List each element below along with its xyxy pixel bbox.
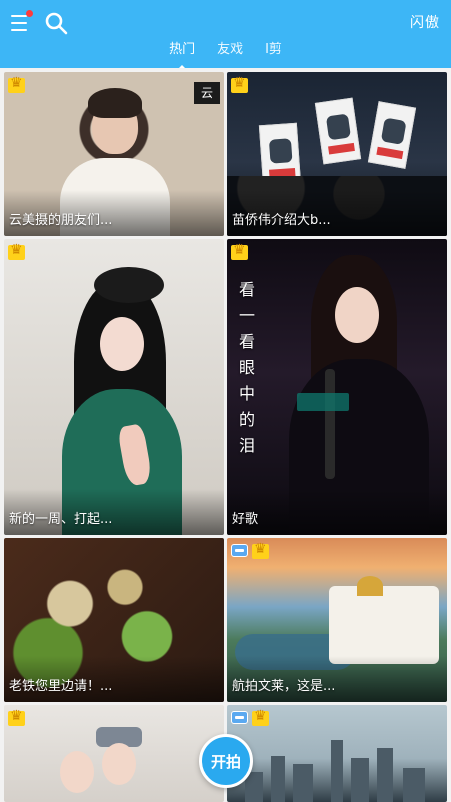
video-overlay-text: 看一看眼中的泪 xyxy=(239,280,256,455)
crown-icon xyxy=(252,708,269,726)
card-badges xyxy=(231,75,248,93)
crown-icon xyxy=(252,541,269,559)
card-badges xyxy=(8,242,25,260)
video-feed: 云 云美摄的朋友们... 苗侨伟介绍大b... xyxy=(0,68,451,802)
crown-icon xyxy=(8,75,25,93)
crown-icon xyxy=(8,242,25,260)
video-title: 老铁您里边请！... xyxy=(9,679,113,694)
video-card[interactable]: 云 云美摄的朋友们... xyxy=(4,72,224,236)
card-badges xyxy=(231,708,269,726)
video-card[interactable] xyxy=(4,705,224,802)
card-badges xyxy=(231,242,248,260)
start-shooting-label: 开拍 xyxy=(210,752,241,771)
video-title: 新的一周、打起... xyxy=(9,512,113,527)
video-card[interactable]: 苗侨伟介绍大b... xyxy=(227,72,447,236)
notification-dot xyxy=(26,10,33,17)
video-card[interactable]: 新的一周、打起... xyxy=(4,239,224,535)
search-button[interactable] xyxy=(44,11,68,35)
video-title: 云美摄的朋友们... xyxy=(9,213,113,228)
card-badges xyxy=(8,75,25,93)
video-card[interactable]: 航拍文莱，这是... xyxy=(227,538,447,702)
menu-button[interactable] xyxy=(9,10,33,34)
film-icon xyxy=(231,544,248,557)
search-icon xyxy=(45,12,68,35)
tab-edit[interactable]: I剪 xyxy=(261,40,286,66)
video-title: 航拍文莱，这是... xyxy=(232,679,336,694)
tab-friends[interactable]: 友戏 xyxy=(213,40,247,66)
tab-hot[interactable]: 热门 xyxy=(165,40,199,66)
video-title: 好歌 xyxy=(232,512,259,527)
top-bar: 闪傲 热门 友戏 I剪 xyxy=(0,0,451,68)
card-badges xyxy=(8,708,25,726)
start-shooting-button[interactable]: 开拍 xyxy=(199,734,253,788)
right-action[interactable]: 闪傲 xyxy=(410,12,440,32)
crown-icon xyxy=(231,242,248,260)
video-card[interactable] xyxy=(227,705,447,802)
card-badges xyxy=(231,541,269,559)
video-card[interactable]: 看一看眼中的泪 好歌 xyxy=(227,239,447,535)
crown-icon xyxy=(8,708,25,726)
video-card[interactable]: 老铁您里边请！... xyxy=(4,538,224,702)
video-thumbnail xyxy=(4,705,224,802)
menu-icon xyxy=(11,15,27,17)
top-tabs: 热门 友戏 I剪 xyxy=(0,40,451,66)
video-title: 苗侨伟介绍大b... xyxy=(232,213,331,228)
watermark-logo: 云 xyxy=(194,82,220,104)
film-icon xyxy=(231,711,248,724)
show-logo xyxy=(297,393,349,411)
crown-icon xyxy=(231,75,248,93)
